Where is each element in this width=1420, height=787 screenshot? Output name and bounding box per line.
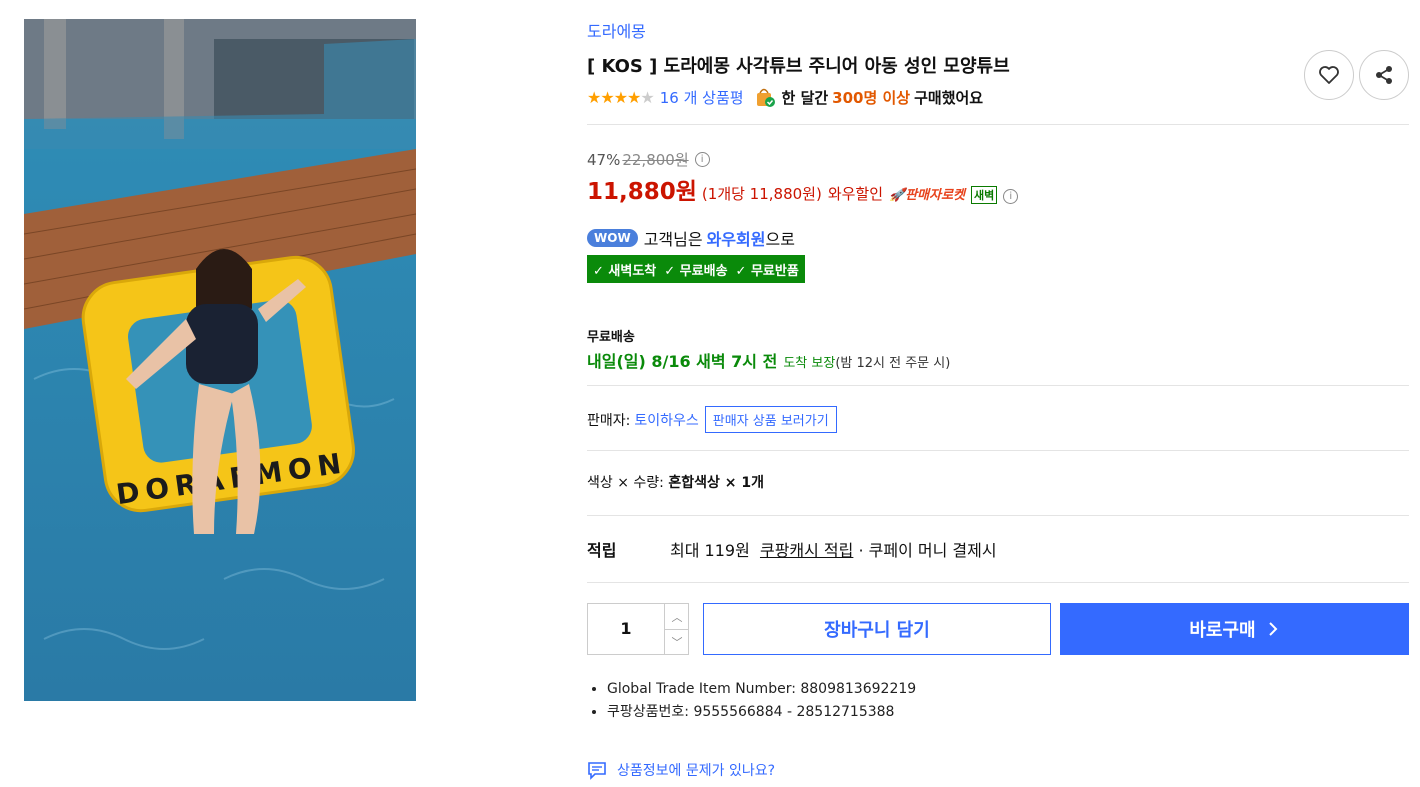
benefit-dawn-arrival: ✓ 새벽도착: [593, 263, 657, 279]
rating-stars[interactable]: ★★★★★: [587, 88, 655, 107]
wishlist-button[interactable]: [1304, 50, 1354, 100]
reward-row: 적립 최대 119원 쿠팡캐시 적립 · 쿠페이 머니 결제시: [587, 537, 997, 561]
sale-price: 11,880원: [587, 179, 697, 205]
quantity-decrease-button[interactable]: ﹀: [664, 629, 689, 654]
brand-link[interactable]: 도라에몽: [587, 18, 646, 42]
add-to-cart-button[interactable]: 장바구니 담기: [703, 603, 1051, 655]
delivery-note: (밤 12시 전 주문 시): [835, 356, 951, 371]
chevron-up-icon: ︿: [671, 610, 683, 624]
buy-now-button[interactable]: 바로구매: [1060, 603, 1409, 655]
share-icon: [1376, 66, 1392, 84]
info-icon[interactable]: i: [694, 152, 710, 167]
unit-price: (1개당 11,880원): [701, 185, 822, 203]
wow-benefits-banner: ✓ 새벽도착 ✓ 무료배송 ✓ 무료반품: [587, 255, 805, 283]
dawn-delivery-tag: 새벽: [971, 186, 998, 204]
heart-icon: [1319, 66, 1339, 84]
quantity-increase-button[interactable]: ︿: [664, 604, 689, 630]
product-info-panel: 도라에몽 [ KOS ] 도라에몽 사각튜브 주니어 아동 성인 모양튜브 ★★…: [587, 0, 1409, 787]
seller-row: 판매자: 토이하우스 판매자 상품 보러가기: [587, 406, 837, 433]
benefit-free-return: ✓ 무료반품: [735, 263, 799, 279]
message-icon: [588, 762, 606, 780]
original-price: 22,800원: [622, 151, 689, 169]
original-price-row: 47% 22,800원 i: [587, 149, 710, 170]
wow-member-row: WOW 고객님은 와우회원 으로: [587, 226, 795, 250]
info-icon[interactable]: i: [1003, 189, 1019, 204]
share-button[interactable]: [1359, 50, 1409, 100]
review-count-link[interactable]: 16 개 상품평: [660, 87, 744, 108]
delivery-guarantee: 도착 보장: [783, 356, 836, 371]
seller-rocket-badge: 🚀판매자로켓: [889, 188, 966, 203]
product-title: [ KOS ] 도라에몽 사각튜브 주니어 아동 성인 모양튜브: [587, 56, 1010, 77]
benefit-free-shipping: ✓ 무료배송: [664, 263, 728, 279]
reward-label: 적립: [587, 541, 617, 560]
chevron-down-icon: ﹀: [671, 635, 683, 649]
spec-product-number: 쿠팡상품번호: 9555566884 - 28512715388: [607, 701, 916, 724]
spec-gtin: Global Trade Item Number: 8809813692219: [607, 678, 916, 701]
product-image[interactable]: DORAEMON: [24, 19, 416, 701]
rating-row: ★★★★★ 16 개 상품평 한 달간 300명 이상 구매했어요: [587, 86, 983, 108]
divider: [587, 450, 1409, 451]
product-specs: Global Trade Item Number: 8809813692219 …: [587, 678, 916, 724]
chevron-right-icon: [1268, 622, 1278, 636]
report-issue-link[interactable]: 상품정보에 문제가 있나요?: [587, 760, 775, 780]
discount-rate: 47%: [587, 150, 621, 169]
coupang-cash-link[interactable]: 쿠팡캐시 적립: [760, 537, 853, 561]
divider: [587, 385, 1409, 386]
wow-badge: WOW: [587, 229, 638, 247]
seller-products-button[interactable]: 판매자 상품 보러가기: [704, 406, 837, 433]
sale-price-row: 11,880원 (1개당 11,880원) 와우할인 🚀판매자로켓 새벽 i: [587, 172, 1019, 206]
divider: [587, 124, 1409, 125]
delivery-date: 내일(일) 8/16 새벽 7시 전: [587, 352, 778, 371]
quantity-input[interactable]: 1: [588, 604, 664, 654]
divider: [587, 582, 1409, 583]
divider: [587, 515, 1409, 516]
wow-discount-label: 와우할인: [827, 185, 884, 203]
shopping-bag-icon: [756, 88, 775, 107]
purchase-count: 한 달간 300명 이상 구매했어요: [754, 86, 983, 108]
seller-name-link[interactable]: 토이하우스: [634, 410, 698, 430]
quantity-stepper: 1 ︿ ﹀: [587, 603, 689, 655]
selected-option: 색상 × 수량: 혼합색상 × 1개: [587, 475, 764, 491]
shipping-label: 무료배송: [587, 330, 635, 345]
delivery-estimate: 내일(일) 8/16 새벽 7시 전 도착 보장 (밤 12시 전 주문 시): [587, 348, 950, 372]
